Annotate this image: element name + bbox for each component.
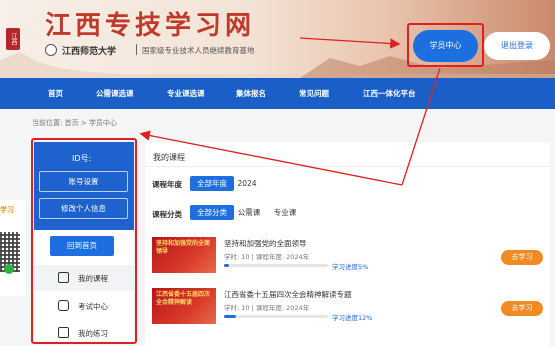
divider <box>136 44 137 55</box>
category-filter-public[interactable]: 公需课 <box>236 205 262 220</box>
nav-item-faq[interactable]: 常见问题 <box>299 78 329 109</box>
page-title: 我的课程 <box>153 153 185 162</box>
wechat-badge-icon <box>4 264 14 274</box>
university-logo-icon <box>45 44 57 56</box>
year-filter-all[interactable]: 全部年度 <box>190 176 234 191</box>
breadcrumb-current: 学员中心 <box>88 119 117 127</box>
divider <box>145 166 550 167</box>
breadcrumb-prefix: 当前位置: <box>32 119 63 127</box>
nav-item-integration-platform[interactable]: 江西一体化平台 <box>363 78 416 109</box>
progress-text: 学习进度12% <box>332 314 373 322</box>
progress-bar <box>224 264 328 267</box>
course-title[interactable]: 江西省委十五届四次全会精神解读专题 <box>224 289 352 300</box>
logout-button[interactable]: 退出登录 <box>484 32 550 60</box>
university-name: 江西师范大学 <box>62 47 117 57</box>
progress-text: 学习进度5% <box>332 263 369 271</box>
course-thumbnail[interactable]: 坚持和加强党的全面领导 <box>152 237 216 273</box>
go-study-button[interactable]: 去学习 <box>501 250 543 265</box>
student-center-button[interactable]: 学员中心 <box>413 30 478 62</box>
breadcrumb-sep: > <box>80 119 87 127</box>
seal-logo: 江西 <box>6 28 20 50</box>
course-meta: 学时: 10 | 课程年度: 2024年 <box>224 304 310 312</box>
side-float-label: 学习 <box>0 206 14 214</box>
course-thumbnail[interactable]: 江西省委十五届四次全会精神解读 <box>152 288 216 324</box>
nav-item-home[interactable]: 首页 <box>48 78 63 109</box>
site-title[interactable]: 江西专技学习网 <box>45 5 255 42</box>
progress-fill <box>224 264 230 267</box>
progress-fill <box>224 315 237 318</box>
main-nav: 首页 公需课选课 专业课选课 集体报名 常见问题 江西一体化平台 <box>0 78 555 109</box>
nav-item-group-signup[interactable]: 集体报名 <box>236 78 266 109</box>
course-title[interactable]: 坚持和加强党的全面领导 <box>224 238 307 249</box>
year-filter-2024[interactable]: 2024 <box>236 176 258 191</box>
progress-bar <box>224 315 328 318</box>
breadcrumb: 当前位置: 首页 > 学员中心 <box>32 118 117 128</box>
go-study-button[interactable]: 去学习 <box>501 301 543 316</box>
category-filter-all[interactable]: 全部分类 <box>190 205 234 220</box>
year-filter-label: 课程年度 <box>152 180 182 189</box>
course-meta: 学时: 10 | 课程年度: 2024年 <box>224 253 310 261</box>
slogan: 国家级专业技术人员继续教育基地 <box>142 46 255 55</box>
breadcrumb-home[interactable]: 首页 <box>65 119 79 127</box>
course-item: 江西省委十五届四次全会精神解读 江西省委十五届四次全会精神解读专题 学时: 10… <box>152 288 544 332</box>
nav-item-public-courses[interactable]: 公需课选课 <box>96 78 134 109</box>
nav-item-professional-courses[interactable]: 专业课选课 <box>167 78 205 109</box>
category-filter-label: 课程分类 <box>152 210 182 219</box>
category-filter-professional[interactable]: 专业课 <box>272 205 298 220</box>
course-item: 坚持和加强党的全面领导 坚持和加强党的全面领导 学时: 10 | 课程年度: 2… <box>152 237 544 281</box>
sidebar-highlight <box>31 138 137 344</box>
